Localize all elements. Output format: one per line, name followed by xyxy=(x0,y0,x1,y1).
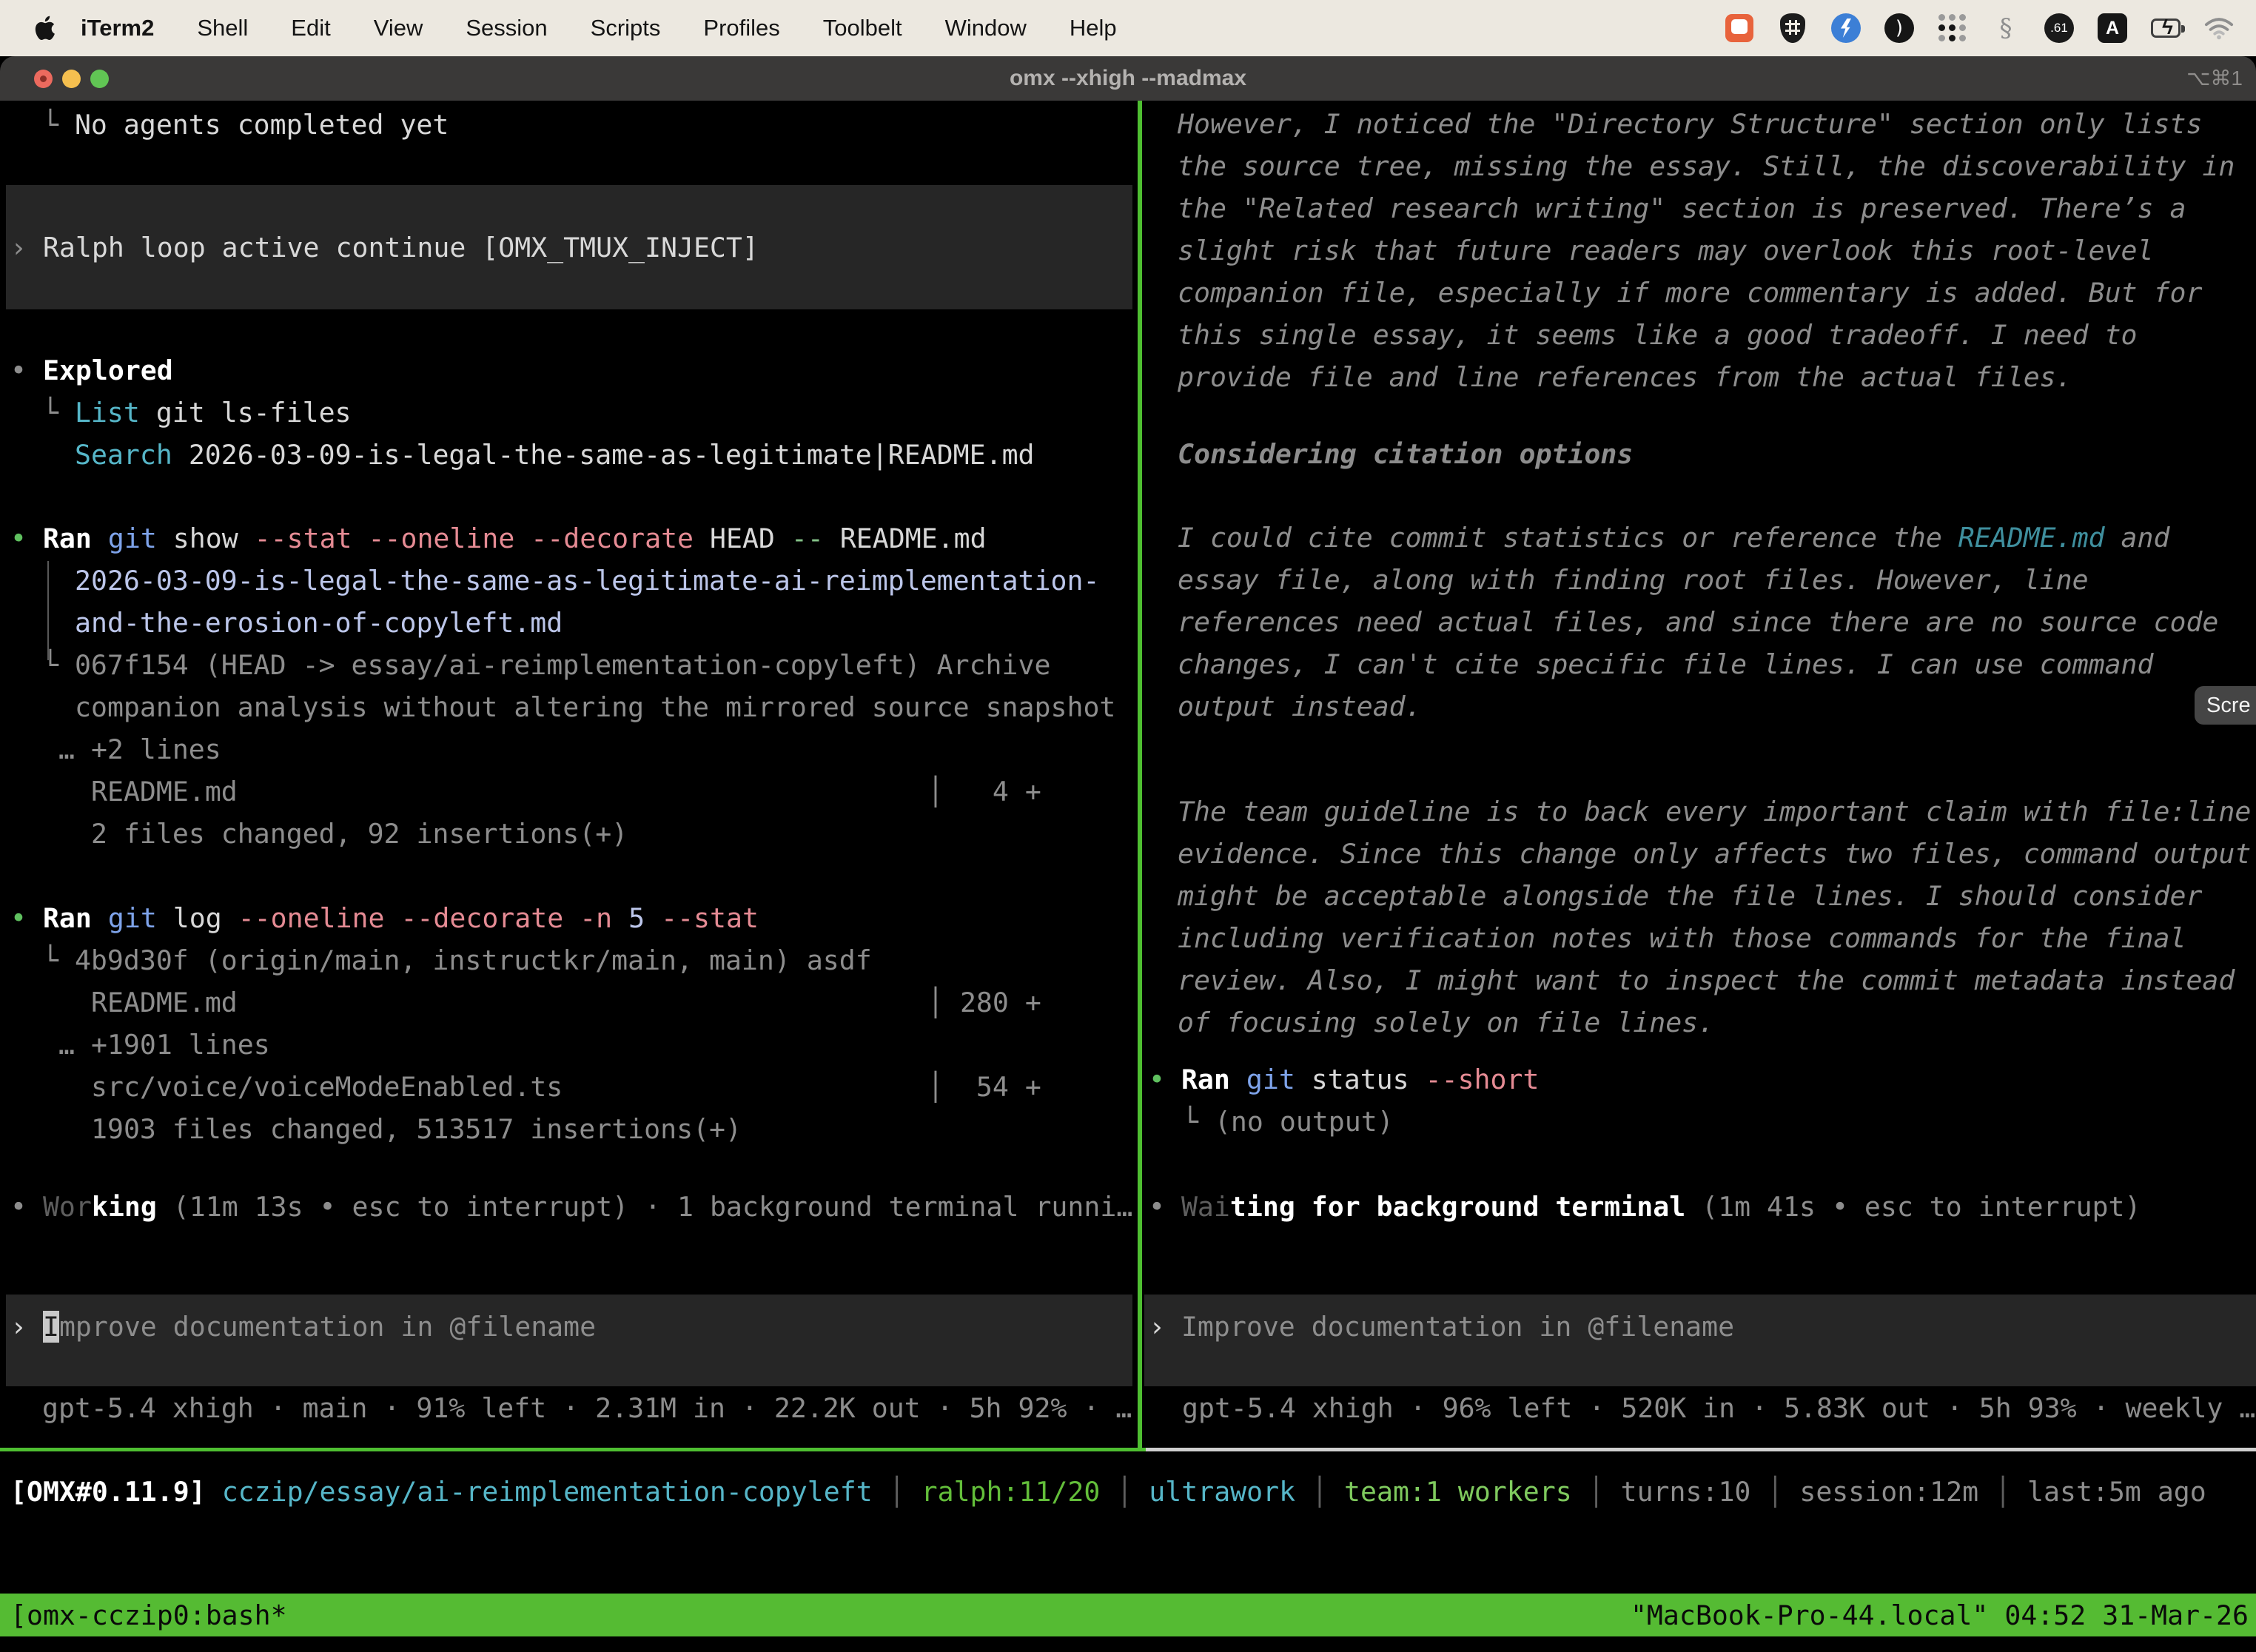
squiggle-icon[interactable]: § xyxy=(1991,13,2021,43)
terminal-line: … +2 lines xyxy=(58,728,221,770)
menu-item-session[interactable]: Session xyxy=(444,15,568,41)
dots-grid-icon[interactable] xyxy=(1938,13,1967,43)
menu-item-profiles[interactable]: Profiles xyxy=(682,15,801,41)
menu-item-toolbelt[interactable]: Toolbelt xyxy=(802,15,924,41)
shield-icon[interactable] xyxy=(1778,13,1807,43)
battery-icon[interactable] xyxy=(2151,13,2181,43)
terminal-line: … +1901 lines xyxy=(58,1024,270,1066)
wifi-icon[interactable] xyxy=(2204,13,2234,43)
terminal-line: • Explored xyxy=(10,349,173,392)
terminal-line: Search 2026-03-09-is-legal-the-same-as-l… xyxy=(75,434,1035,476)
working-status-line: • Working (11m 13s • esc to interrupt) ·… xyxy=(10,1186,1132,1228)
terminal-line: including verification notes with those … xyxy=(1178,917,2186,959)
window-title: omx --xhigh --madmax xyxy=(0,56,2256,101)
tmux-status-bar: [omx-cczip0:bash* "MacBook-Pro-44.local"… xyxy=(0,1594,2256,1636)
terminal-line: └ List git ls-files xyxy=(42,392,352,434)
terminal-line: 2026-03-09-is-legal-the-same-as-legitima… xyxy=(75,560,1099,602)
menu-item-iterm2[interactable]: iTerm2 xyxy=(59,15,175,41)
pane-bottom-border-active xyxy=(0,1448,1146,1451)
model-status-right: gpt-5.4 xhigh · 96% left · 520K in · 5.8… xyxy=(1182,1387,2255,1429)
terminal-line: └ 067f154 (HEAD -> essay/ai-reimplementa… xyxy=(42,644,1050,686)
terminal-line: • Ran git show --stat --oneline --decora… xyxy=(10,517,987,560)
terminal-line: README.md│ 280 + xyxy=(91,981,238,1024)
dark-disc-icon[interactable]: ) xyxy=(1884,13,1914,43)
terminal-line: 1903 files changed, 513517 insertions(+) xyxy=(91,1108,742,1150)
terminal-line: I could cite commit statistics or refere… xyxy=(1178,517,2169,559)
terminal-line: 2 files changed, 92 insertions(+) xyxy=(91,813,628,855)
menubar: iTerm2 Shell Edit View Session Scripts P… xyxy=(0,0,2256,56)
terminal-line: this single essay, it seems like a good … xyxy=(1178,314,2138,356)
terminal-line: The team guideline is to back every impo… xyxy=(1178,790,2251,833)
menu-item-window[interactable]: Window xyxy=(924,15,1048,41)
terminal-line: provide file and line references from th… xyxy=(1178,356,2072,398)
screen-share-overlay-label: Scre xyxy=(2206,685,2251,727)
terminal-line: companion analysis without altering the … xyxy=(75,686,1115,728)
terminal-line: the source tree, missing the essay. Stil… xyxy=(1178,145,2235,187)
waiting-status-line: • Waiting for background terminal (1m 41… xyxy=(1149,1186,2141,1228)
right-pane[interactable]: However, I noticed the "Directory Struct… xyxy=(1144,101,2256,1652)
prompt-input-right[interactable]: › Improve documentation in @filename xyxy=(1149,1306,1734,1348)
terminal-line: review. Also, I might want to inspect th… xyxy=(1178,959,2235,1001)
terminal-line: companion file, especially if more comme… xyxy=(1178,272,2202,314)
terminal-line: might be acceptable alongside the file l… xyxy=(1178,875,2202,917)
pane-bottom-border-inactive xyxy=(1146,1448,2256,1451)
pane-divider[interactable] xyxy=(1138,101,1142,1451)
terminal-line: README.md│ 4 + xyxy=(91,770,238,813)
terminal-line: slight risk that future readers may over… xyxy=(1178,229,2154,272)
tmux-session-label: [omx-cczip0:bash* xyxy=(10,1594,287,1636)
menu-item-scripts[interactable]: Scripts xyxy=(569,15,682,41)
terminal-line: • Ran git log --oneline --decorate -n 5 … xyxy=(10,897,759,939)
terminal: └ No agents completed yet › Ralph loop ac… xyxy=(0,101,2256,1652)
terminal-line: evidence. Since this change only affects… xyxy=(1178,833,2251,875)
terminal-line: └ 4b9d30f (origin/main, instructkr/main,… xyxy=(42,939,872,981)
terminal-line: of focusing solely on file lines. xyxy=(1178,1001,1714,1044)
terminal-line: └ (no output) xyxy=(1182,1101,1394,1143)
window-shortcut: ⌥⌘1 xyxy=(2186,56,2243,101)
terminal-line: └ No agents completed yet xyxy=(42,104,449,146)
model-status-left: gpt-5.4 xhigh · main · 91% left · 2.31M … xyxy=(42,1387,1132,1429)
tmux-host-clock: "MacBook-Pro-44.local" 04:52 31-Mar-26 xyxy=(1631,1594,2249,1636)
left-pane[interactable]: └ No agents completed yet › Ralph loop ac… xyxy=(0,101,1138,1652)
terminal-line: src/voice/voiceModeEnabled.ts│ 54 + xyxy=(91,1066,563,1108)
terminal-line: references need actual files, and since … xyxy=(1178,601,2218,643)
menu-item-edit[interactable]: Edit xyxy=(269,15,352,41)
apple-menu-icon[interactable] xyxy=(34,13,59,43)
terminal-line: the "Related research writing" section i… xyxy=(1178,187,2186,229)
terminal-line: However, I noticed the "Directory Struct… xyxy=(1178,103,2202,145)
menu-item-view[interactable]: View xyxy=(352,15,445,41)
terminal-line: and-the-erosion-of-copyleft.md xyxy=(75,602,563,644)
terminal-line: output instead. xyxy=(1178,685,1422,728)
screen-share-overlay-button[interactable]: Scre xyxy=(2195,686,2256,725)
terminal-line: changes, I can't cite specific file line… xyxy=(1178,643,2154,685)
terminal-line: • Ran git status --short xyxy=(1149,1058,1539,1101)
thinking-heading: Considering citation options xyxy=(1178,433,1633,475)
letter-a-icon[interactable]: A xyxy=(2098,13,2127,43)
terminal-line: [OMX#0.11.9] cczip/essay/ai-reimplementa… xyxy=(10,1471,2206,1513)
injected-prompt-line: › Ralph loop active continue [OMX_TMUX_I… xyxy=(10,226,759,269)
chat-icon[interactable] xyxy=(1725,13,1754,43)
terminal-line: essay file, along with finding root file… xyxy=(1178,559,2089,601)
menu-item-help[interactable]: Help xyxy=(1048,15,1138,41)
menubar-status-icons: ) § .61 A xyxy=(1725,13,2256,43)
apple-logo xyxy=(34,15,56,41)
blue-bolt-icon[interactable] xyxy=(1831,13,1861,43)
badge-61-icon[interactable]: .61 xyxy=(2044,13,2074,43)
menu-item-shell[interactable]: Shell xyxy=(175,15,269,41)
prompt-input-left[interactable]: › Improve documentation in @filename xyxy=(10,1306,596,1348)
